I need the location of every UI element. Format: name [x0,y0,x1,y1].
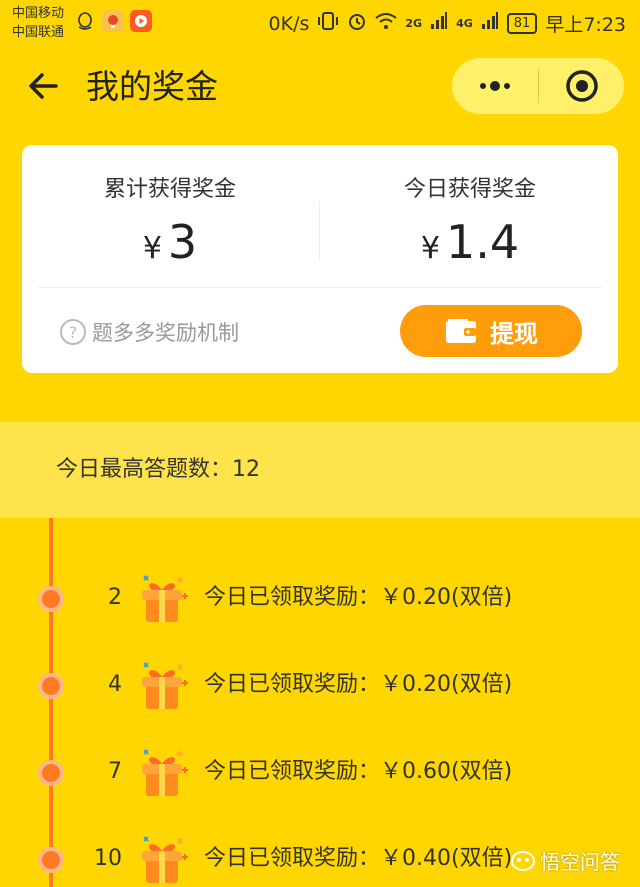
question-count: 4 [108,672,122,697]
miniprogram-capsule [452,58,624,114]
reward-row: 4 今日已领取奖励：￥0.20(双倍) [0,655,640,715]
network-speed: 0K/s [268,12,310,35]
notification-icons [74,10,152,32]
timeline-dot [38,760,64,786]
page-title: 我的奖金 [86,67,218,106]
vibrate-icon [317,11,339,36]
carrier-1: 中国移动 [12,6,65,21]
stat-divider [319,201,320,261]
status-right: 0K/s 2G 4G 81 早上7:23 [269,10,626,37]
lottery-app-icon [102,10,124,32]
reward-rules-link[interactable]: ? 题多多奖励机制 [60,317,239,347]
reward-text: 今日已领取奖励：￥0.20(双倍) [204,672,513,697]
arrow-left-icon [29,73,58,99]
carrier-info: 中国移动 中国联通 [12,4,64,42]
signal-icon-1 [430,12,448,35]
today-reward-stat: 今日获得奖金 ¥1.4 [322,175,618,276]
wukong-logo-icon [511,850,535,871]
withdraw-button[interactable]: 提现 [400,305,582,357]
clock: 早上7:23 [545,14,626,36]
currency-symbol: ¥ [142,231,162,266]
total-reward-amount: 3 [167,215,198,269]
today-reward-value: ¥1.4 [322,215,618,276]
signal-4g-label: 4G [456,17,473,30]
nav-bar: 我的奖金 [0,52,640,124]
card-divider [38,287,602,288]
video-app-icon [130,10,152,32]
reward-text: 今日已领取奖励：￥0.40(双倍) [204,846,513,871]
close-button[interactable] [539,58,624,114]
wallet-icon [446,319,476,343]
total-reward-value: ¥3 [22,215,318,276]
reward-row: 7 今日已领取奖励：￥0.60(双倍) [0,742,640,802]
gift-icon [142,575,188,622]
status-bar: 中国移动 中国联通 0K/s 2G 4G 81 早上7:23 [0,0,640,46]
battery-indicator: 81 [506,13,538,34]
back-button[interactable] [24,66,64,106]
gift-icon [142,836,188,883]
watermark-text: 悟空问答 [540,850,620,874]
total-reward-label: 累计获得奖金 [103,177,236,202]
today-reward-label: 今日获得奖金 [403,177,536,202]
timeline-dot [38,673,64,699]
signal-2g-label: 2G [405,17,423,30]
reward-text: 今日已领取奖励：￥0.60(双倍) [204,759,513,784]
more-dots-icon [480,81,510,91]
target-close-icon [565,70,598,102]
max-answered-text: 今日最高答题数：12 [56,457,260,482]
carrier-2: 中国联通 [12,25,65,40]
reward-summary-card: 累计获得奖金 ¥3 今日获得奖金 ¥1.4 ? 题多多奖励机制 提现 [22,145,618,373]
reward-rules-label: 题多多奖励机制 [92,321,239,345]
alarm-icon [347,11,367,36]
total-reward-stat: 累计获得奖金 ¥3 [22,175,318,276]
gift-icon [142,749,188,796]
question-icon: ? [60,319,86,345]
reward-text: 今日已领取奖励：￥0.20(双倍) [204,585,513,610]
timeline-dot [38,847,64,873]
reward-timeline: 2 今日已领取奖励：￥0.20(双倍) 4 今日已领取奖励：￥0.20(双倍) [0,518,640,887]
timeline-dot [38,586,64,612]
max-answered-banner: 今日最高答题数：12 [0,422,640,518]
gift-icon [142,662,188,709]
qq-icon [74,10,96,32]
wifi-icon [375,12,398,35]
currency-symbol: ¥ [420,231,440,266]
wukong-watermark: 悟空问答 [510,846,620,875]
question-count: 2 [108,585,122,610]
more-button[interactable] [452,58,538,114]
signal-icon-2 [481,12,499,35]
withdraw-label: 提现 [490,319,538,348]
question-count: 7 [108,759,122,784]
today-reward-amount: 1.4 [445,215,520,269]
question-count: 10 [94,846,122,871]
reward-row: 2 今日已领取奖励：￥0.20(双倍) [0,568,640,628]
